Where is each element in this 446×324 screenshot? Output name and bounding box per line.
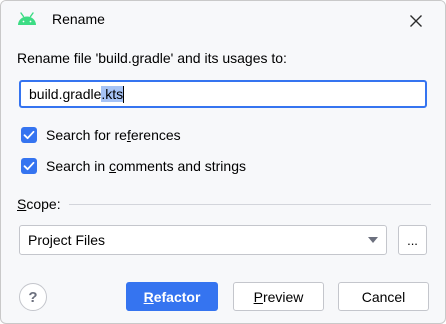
close-button[interactable] bbox=[405, 10, 427, 32]
search-references-label: Search for references bbox=[46, 127, 181, 143]
search-comments-checkbox[interactable] bbox=[21, 158, 37, 174]
rename-prompt-label: Rename file 'build.gradle' and its usage… bbox=[17, 50, 287, 66]
chevron-down-icon bbox=[368, 237, 378, 243]
search-comments-option[interactable]: Search in comments and strings bbox=[21, 157, 246, 175]
text-caret bbox=[123, 85, 125, 103]
refactor-button[interactable]: Refactor bbox=[126, 282, 218, 311]
new-name-input[interactable]: build.gradle .kts bbox=[19, 80, 427, 108]
help-button[interactable]: ? bbox=[19, 283, 47, 311]
close-icon bbox=[410, 15, 422, 27]
scope-separator bbox=[69, 204, 431, 205]
rename-dialog: Rename Rename file 'build.gradle' and it… bbox=[0, 0, 446, 324]
android-icon bbox=[18, 12, 36, 25]
search-references-option[interactable]: Search for references bbox=[21, 126, 181, 144]
input-value-text: build.gradle bbox=[29, 86, 102, 102]
dialog-title: Rename bbox=[52, 11, 105, 27]
search-comments-label: Search in comments and strings bbox=[46, 158, 246, 174]
title-bar: Rename bbox=[1, 1, 445, 39]
scope-dropdown[interactable]: Project Files bbox=[19, 225, 387, 255]
scope-browse-button[interactable]: ... bbox=[398, 225, 427, 255]
cancel-button[interactable]: Cancel bbox=[338, 282, 429, 311]
input-selected-text: .kts bbox=[101, 86, 124, 102]
search-references-checkbox[interactable] bbox=[21, 127, 37, 143]
checkmark-icon bbox=[23, 161, 35, 171]
checkmark-icon bbox=[23, 130, 35, 140]
preview-button[interactable]: Preview bbox=[233, 282, 324, 311]
scope-selected-value: Project Files bbox=[28, 232, 106, 248]
scope-label: Scope: bbox=[17, 196, 61, 212]
